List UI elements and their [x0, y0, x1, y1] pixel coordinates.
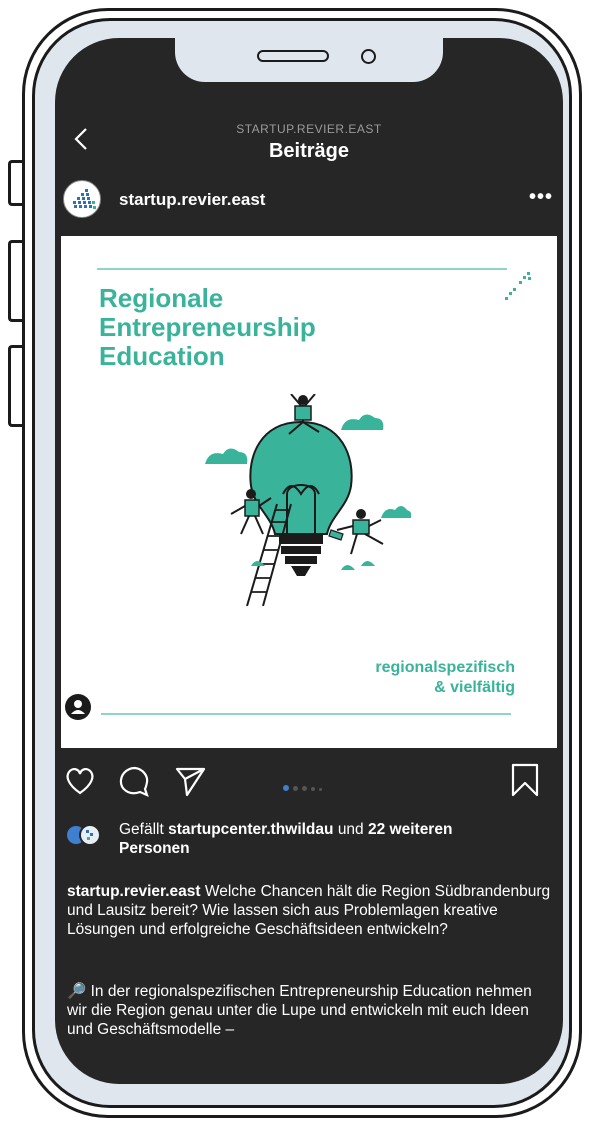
notch: [175, 38, 443, 82]
volume-up-button: [8, 240, 22, 322]
likes-others-count[interactable]: 22 weiteren: [368, 821, 452, 838]
avatar[interactable]: [63, 180, 101, 218]
camera-icon: [361, 49, 376, 64]
post-caption: startup.revier.east Welche Chancen hält …: [67, 882, 551, 939]
likes-prefix: Gefällt: [119, 821, 164, 838]
speaker-icon: [257, 50, 329, 62]
post-header: startup.revier.east •••: [55, 180, 563, 220]
likes-suffix[interactable]: Personen: [119, 840, 190, 857]
likes-middle: und: [337, 821, 364, 838]
carousel-dot: [293, 786, 298, 791]
image-tagline: regionalspezifisch & vielfältig: [375, 658, 515, 698]
comment-icon[interactable]: [117, 764, 151, 798]
carousel-dot: [283, 785, 289, 791]
image-headline: Regionale Entrepreneurship Education: [99, 284, 316, 371]
carousel-indicator: [283, 778, 326, 796]
post-caption-continued: 🔎 In der regionalspezifischen Entreprene…: [67, 983, 532, 1038]
tagline-line-2: & vielfältig: [434, 679, 515, 696]
headline-line-1: Regionale: [99, 283, 224, 313]
liker-avatars[interactable]: [65, 824, 101, 846]
liker-username[interactable]: startupcenter.thwildau: [168, 821, 333, 838]
bottom-divider: [101, 713, 511, 715]
tagline-line-1: regionalspezifisch: [375, 659, 515, 676]
lightbulb-illustration: [205, 394, 411, 606]
mute-switch: [8, 160, 22, 206]
user-tag-icon[interactable]: [65, 694, 91, 720]
account-logo-icon: [73, 189, 96, 209]
more-icon[interactable]: •••: [529, 186, 553, 209]
post-actions: [55, 760, 563, 804]
logo-mark-icon: [505, 272, 531, 300]
page-title: Beiträge: [268, 140, 350, 162]
likes-text: Gefällt startupcenter.thwildau und 22 we…: [119, 820, 549, 858]
carousel-dot: [319, 788, 322, 791]
carousel-dot: [311, 787, 315, 791]
caption-author[interactable]: startup.revier.east: [67, 883, 201, 900]
headline-line-3: Education: [99, 341, 225, 371]
share-icon[interactable]: [173, 764, 207, 798]
top-divider: [97, 268, 507, 270]
post-image[interactable]: Regionale Entrepreneurship Education reg…: [61, 236, 557, 748]
carousel-dot: [302, 786, 307, 791]
phone-screen: STARTUP.REVIER.EAST Beiträge startup.rev…: [55, 38, 563, 1084]
bookmark-icon[interactable]: [509, 762, 541, 798]
account-caption: STARTUP.REVIER.EAST: [236, 122, 382, 136]
headline-line-2: Entrepreneurship: [99, 312, 316, 342]
heart-icon[interactable]: [63, 764, 97, 798]
volume-down-button: [8, 345, 22, 427]
top-navigation: STARTUP.REVIER.EAST Beiträge: [55, 118, 563, 168]
post-username[interactable]: startup.revier.east: [119, 190, 265, 210]
